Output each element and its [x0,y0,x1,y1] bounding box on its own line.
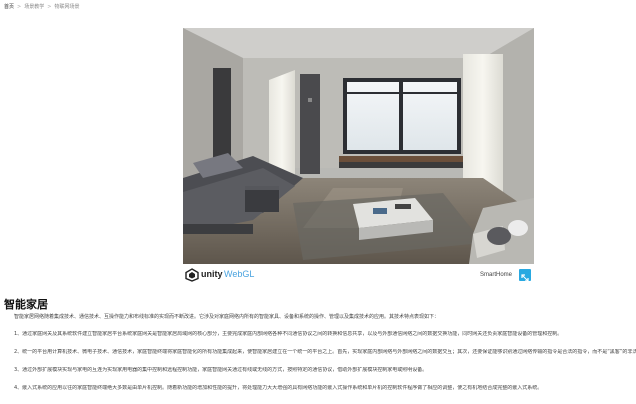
breadcrumb-item-iot-scene: 物联网场景 [54,4,80,10]
breadcrumb-home[interactable]: 首页 [4,4,14,10]
breadcrumb-separator: > [47,4,52,10]
article-intro: 智能家居网络随着集成技术、通信技术、互操作能力和布线标准的实现而不断改进。它涉及… [14,314,440,320]
list-item: 4、嵌入式系统的应用以往的家庭智能终端绝大多数是由单片机控制。随着新功能的增加和… [14,385,543,391]
unity-footer-bar: unity WebGL SmartHome [183,264,534,285]
unity-label: unity [201,269,223,279]
breadcrumb-item-scene-teaching[interactable]: 场景教学 [24,4,44,10]
fullscreen-button[interactable] [519,269,531,282]
smart-home-3d-scene[interactable] [183,28,534,264]
list-item: 3、通过外部扩展模块实现与家电的互连为实现家用电器的集中控制和远程控制功能，家庭… [14,367,428,373]
list-item: 1、通过家庭网关及其系统软件建立智能家居平台系统家庭网关是智能家居局域网的核心部… [14,331,563,337]
list-item: 2、统一的平台用计算机技术、微电子技术、通信技术，家庭智能终端将家庭智能化的所有… [14,349,636,355]
page-title: 智能家居 [4,299,48,311]
unity-webgl-viewer[interactable]: unity WebGL SmartHome [183,28,534,285]
scene-render [183,28,534,264]
breadcrumb-separator: > [17,4,22,10]
app-name-label: SmartHome [480,272,513,278]
feature-list: 1、通过家庭网关及其系统软件建立智能家居平台系统家庭网关是智能家居局域网的核心部… [4,331,636,403]
webgl-label: WebGL [224,269,255,279]
breadcrumb: 首页 > 场景教学 > 物联网场景 [4,3,79,11]
fullscreen-icon [521,274,529,282]
unity-logo-icon [185,268,199,282]
